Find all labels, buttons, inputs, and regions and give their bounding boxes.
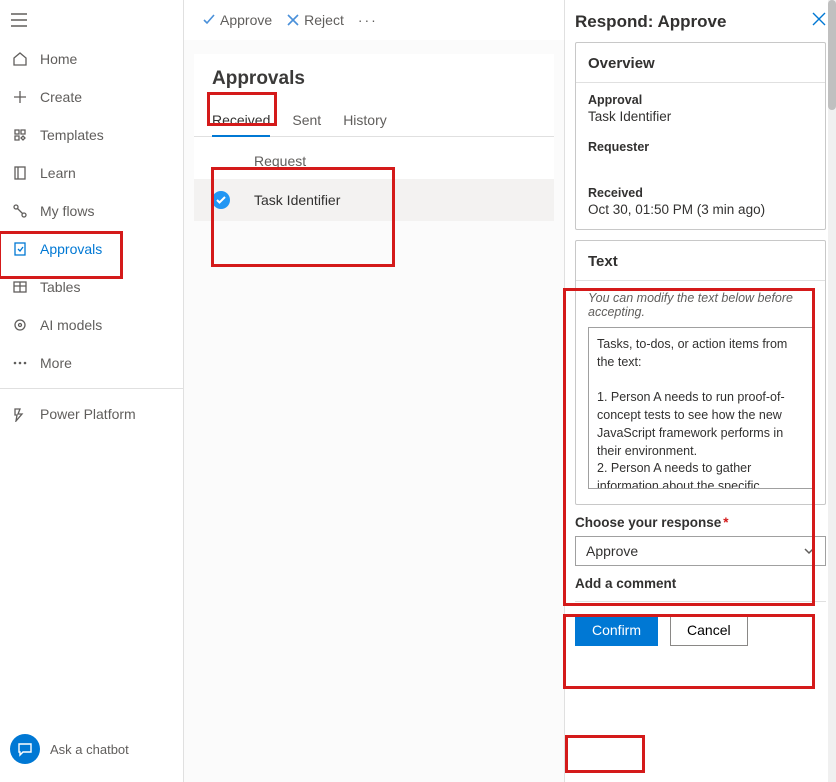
response-select[interactable]: Approve bbox=[575, 536, 826, 566]
tab-history[interactable]: History bbox=[343, 106, 387, 136]
chevron-down-icon bbox=[803, 545, 815, 557]
table-icon bbox=[10, 278, 30, 296]
requester-value bbox=[588, 156, 813, 170]
row-selected-indicator[interactable] bbox=[212, 191, 230, 209]
menu-icon bbox=[10, 13, 28, 27]
sidebar-item-label: Tables bbox=[40, 279, 80, 295]
hamburger-button[interactable] bbox=[0, 0, 183, 40]
sidebar-item-tables[interactable]: Tables bbox=[0, 268, 183, 306]
panel-title: Respond: Approve bbox=[575, 12, 726, 32]
text-card: Text You can modify the text below befor… bbox=[575, 240, 826, 505]
overview-card: Overview Approval Task Identifier Reques… bbox=[575, 42, 826, 230]
column-header-request: Request bbox=[254, 153, 306, 169]
sidebar-item-label: Home bbox=[40, 51, 77, 67]
sidebar-item-home[interactable]: Home bbox=[0, 40, 183, 78]
approval-value: Task Identifier bbox=[588, 109, 813, 124]
sidebar-item-label: Templates bbox=[40, 127, 104, 143]
request-title: Task Identifier bbox=[254, 192, 340, 208]
page-title: Approvals bbox=[194, 54, 554, 100]
sidebar-item-label: Learn bbox=[40, 165, 76, 181]
more-icon bbox=[10, 354, 30, 372]
text-heading: Text bbox=[588, 253, 813, 270]
choose-response-section: Choose your response* Approve bbox=[575, 515, 826, 566]
toolbar-reject[interactable]: Reject bbox=[286, 12, 344, 28]
sidebar-item-my-flows[interactable]: My flows bbox=[0, 192, 183, 230]
sidebar-item-label: My flows bbox=[40, 203, 94, 219]
power-platform-icon bbox=[10, 405, 30, 423]
chatbot-label: Ask a chatbot bbox=[50, 742, 129, 757]
templates-icon bbox=[10, 126, 30, 144]
sidebar-item-label: AI models bbox=[40, 317, 102, 333]
checkmark-icon bbox=[216, 195, 226, 205]
text-hint: You can modify the text below before acc… bbox=[588, 291, 813, 319]
x-icon bbox=[286, 13, 300, 27]
check-icon bbox=[202, 13, 216, 27]
main-content: Approve Reject ··· Approvals Received Se… bbox=[184, 0, 564, 782]
confirm-button[interactable]: Confirm bbox=[575, 614, 658, 646]
cancel-button[interactable]: Cancel bbox=[670, 614, 748, 646]
sidebar-item-more[interactable]: More bbox=[0, 344, 183, 382]
chat-icon bbox=[17, 741, 33, 757]
sidebar-item-power-platform[interactable]: Power Platform bbox=[0, 395, 183, 433]
ai-icon bbox=[10, 316, 30, 334]
toolbar-overflow[interactable]: ··· bbox=[358, 12, 378, 28]
toolbar-approve-label: Approve bbox=[220, 12, 272, 28]
tab-sent[interactable]: Sent bbox=[292, 106, 321, 136]
required-asterisk: * bbox=[723, 515, 728, 530]
received-label: Received bbox=[588, 186, 813, 200]
toolbar-reject-label: Reject bbox=[304, 12, 344, 28]
sidebar-item-create[interactable]: Create bbox=[0, 78, 183, 116]
tab-received[interactable]: Received bbox=[212, 106, 270, 136]
home-icon bbox=[10, 50, 30, 68]
approval-label: Approval bbox=[588, 93, 813, 107]
close-icon[interactable] bbox=[812, 12, 826, 26]
sidebar-item-label: Approvals bbox=[40, 241, 102, 257]
respond-panel: Respond: Approve Overview Approval Task … bbox=[564, 0, 836, 782]
plus-icon bbox=[10, 88, 30, 106]
book-icon bbox=[10, 164, 30, 182]
overview-heading: Overview bbox=[588, 55, 813, 72]
approval-row[interactable]: Task Identifier bbox=[194, 179, 554, 221]
received-value: Oct 30, 01:50 PM (3 min ago) bbox=[588, 202, 813, 217]
action-bar: Confirm Cancel bbox=[575, 601, 826, 656]
sidebar-item-label: Create bbox=[40, 89, 82, 105]
sidebar-item-learn[interactable]: Learn bbox=[0, 154, 183, 192]
sidebar-item-ai-models[interactable]: AI models bbox=[0, 306, 183, 344]
panel-scrollbar[interactable] bbox=[828, 0, 836, 782]
response-value: Approve bbox=[586, 543, 638, 559]
sidebar-item-approvals[interactable]: Approvals bbox=[0, 230, 183, 268]
nav-divider bbox=[0, 388, 183, 389]
toolbar-approve[interactable]: Approve bbox=[202, 12, 272, 28]
flows-icon bbox=[10, 202, 30, 220]
approvals-icon bbox=[10, 240, 30, 258]
sidebar-item-templates[interactable]: Templates bbox=[0, 116, 183, 154]
left-sidebar: Home Create Templates Learn My flows App… bbox=[0, 0, 184, 782]
sidebar-item-label: Power Platform bbox=[40, 406, 136, 422]
response-label: Choose your response bbox=[575, 515, 721, 530]
chatbot-button[interactable] bbox=[10, 734, 40, 764]
sidebar-item-label: More bbox=[40, 355, 72, 371]
requester-label: Requester bbox=[588, 140, 813, 154]
add-comment-label: Add a comment bbox=[575, 576, 826, 591]
text-input[interactable] bbox=[588, 327, 813, 489]
